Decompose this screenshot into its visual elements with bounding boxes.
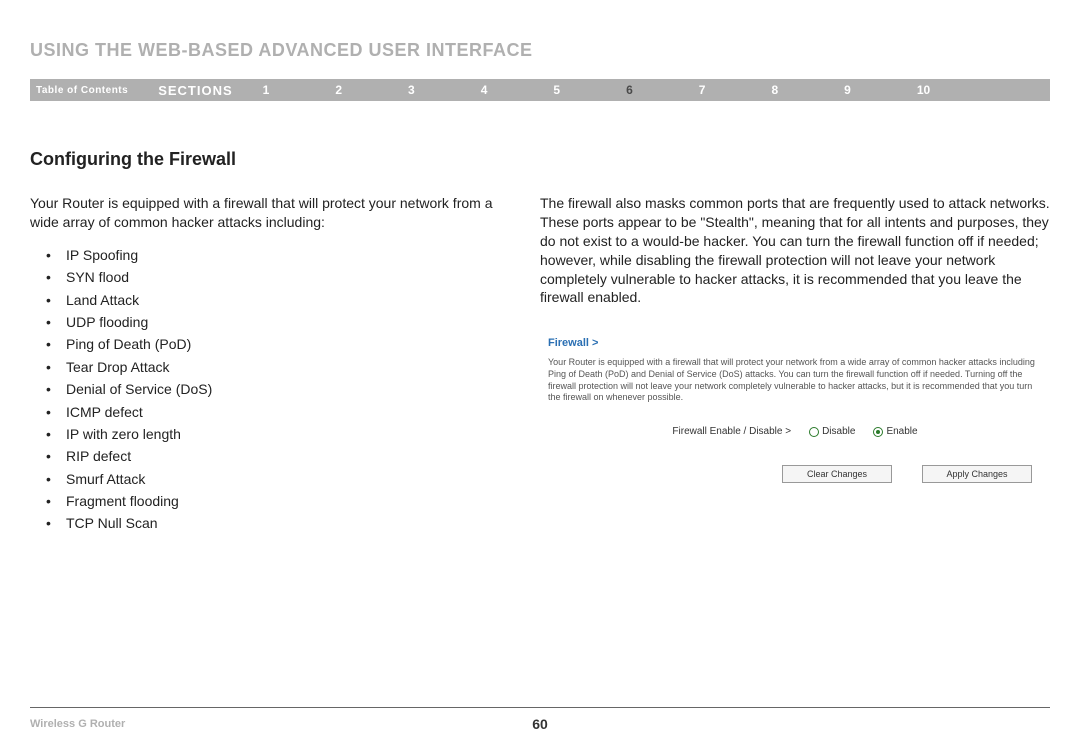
nav-num-5[interactable]: 5 [553, 83, 560, 97]
list-item: Ping of Death (PoD) [46, 333, 500, 355]
column-left: Your Router is equipped with a firewall … [30, 194, 500, 535]
disable-label: Disable [822, 426, 855, 437]
list-item: Land Attack [46, 289, 500, 311]
list-item: RIP defect [46, 445, 500, 467]
list-item: Tear Drop Attack [46, 356, 500, 378]
nav-num-2[interactable]: 2 [335, 83, 342, 97]
footer-divider [30, 707, 1050, 708]
panel-description: Your Router is equipped with a firewall … [548, 357, 1042, 404]
page-footer: Wireless G Router 60 [30, 707, 1050, 730]
nav-num-9[interactable]: 9 [844, 83, 851, 97]
content-columns: Your Router is equipped with a firewall … [30, 194, 1050, 535]
list-item: Denial of Service (DoS) [46, 378, 500, 400]
nav-sections-label: SECTIONS [158, 83, 232, 98]
nav-bar: Table of Contents SECTIONS 1 2 3 4 5 6 7… [30, 79, 1050, 101]
nav-num-1[interactable]: 1 [263, 83, 270, 97]
nav-num-6[interactable]: 6 [626, 83, 633, 97]
attack-list: IP Spoofing SYN flood Land Attack UDP fl… [30, 244, 500, 535]
nav-num-3[interactable]: 3 [408, 83, 415, 97]
list-item: Smurf Attack [46, 468, 500, 490]
footer-product: Wireless G Router [30, 718, 125, 730]
panel-title[interactable]: Firewall > [548, 337, 1042, 349]
list-item: IP Spoofing [46, 244, 500, 266]
list-item: ICMP defect [46, 401, 500, 423]
page-title: USING THE WEB-BASED ADVANCED USER INTERF… [30, 40, 1050, 61]
list-item: UDP flooding [46, 311, 500, 333]
radio-icon [873, 427, 883, 437]
nav-num-7[interactable]: 7 [699, 83, 706, 97]
nav-num-8[interactable]: 8 [771, 83, 778, 97]
panel-buttons: Clear Changes Apply Changes [548, 465, 1042, 483]
clear-changes-button[interactable]: Clear Changes [782, 465, 892, 483]
enable-option[interactable]: Enable [873, 426, 917, 437]
page-number: 60 [532, 716, 548, 732]
list-item: TCP Null Scan [46, 512, 500, 534]
toggle-label: Firewall Enable / Disable > [672, 426, 791, 437]
firewall-toggle-row: Firewall Enable / Disable > Disable Enab… [548, 426, 1042, 437]
disable-option[interactable]: Disable [809, 426, 855, 437]
nav-num-4[interactable]: 4 [481, 83, 488, 97]
nav-numbers: 1 2 3 4 5 6 7 8 9 10 [263, 83, 931, 97]
apply-changes-button[interactable]: Apply Changes [922, 465, 1032, 483]
column-right: The firewall also masks common ports tha… [540, 194, 1050, 535]
list-item: SYN flood [46, 266, 500, 288]
list-item: Fragment flooding [46, 490, 500, 512]
enable-label: Enable [886, 426, 917, 437]
firewall-panel: Firewall > Your Router is equipped with … [540, 337, 1050, 483]
radio-icon [809, 427, 819, 437]
intro-text: Your Router is equipped with a firewall … [30, 194, 500, 232]
nav-toc[interactable]: Table of Contents [36, 85, 128, 96]
list-item: IP with zero length [46, 423, 500, 445]
section-heading: Configuring the Firewall [30, 149, 1050, 170]
nav-num-10[interactable]: 10 [917, 83, 930, 97]
right-paragraph: The firewall also masks common ports tha… [540, 194, 1050, 307]
